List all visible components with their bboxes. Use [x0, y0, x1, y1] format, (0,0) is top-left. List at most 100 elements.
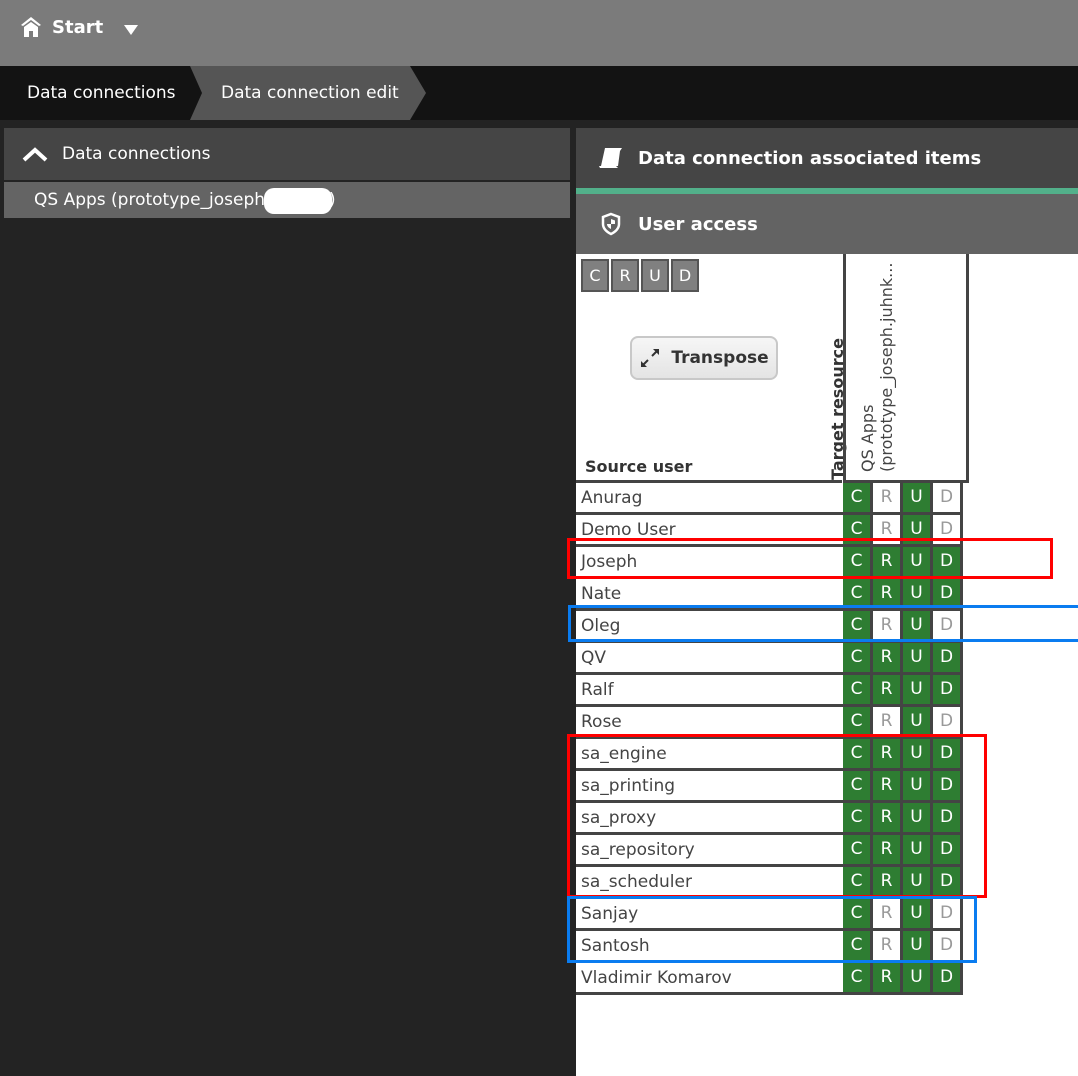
permission-cell-u[interactable]: U	[903, 547, 933, 579]
permission-cell-r[interactable]: R	[873, 771, 903, 803]
permission-cell-c[interactable]: C	[843, 579, 873, 611]
permission-cell-d[interactable]: D	[933, 515, 963, 547]
source-user-name[interactable]: Ralf	[576, 675, 848, 707]
permission-cell-u[interactable]: U	[903, 931, 933, 963]
table-row: Anurag C R U D	[576, 483, 966, 515]
data-connections-header[interactable]: Data connections	[4, 128, 570, 180]
permission-cell-r[interactable]: R	[873, 707, 903, 739]
permission-cell-u[interactable]: U	[903, 835, 933, 867]
permission-cell-c[interactable]: C	[843, 963, 873, 995]
permission-cell-r[interactable]: R	[873, 611, 903, 643]
source-user-name[interactable]: sa_repository	[576, 835, 848, 867]
legend-create: C	[581, 259, 609, 292]
permission-cell-r[interactable]: R	[873, 963, 903, 995]
table-row: sa_scheduler C R U D	[576, 867, 966, 899]
permission-cell-u[interactable]: U	[903, 707, 933, 739]
permission-cell-d[interactable]: D	[933, 931, 963, 963]
permission-cell-d[interactable]: D	[933, 771, 963, 803]
permission-cell-r[interactable]: R	[873, 643, 903, 675]
permission-cell-d[interactable]: D	[933, 803, 963, 835]
associated-items-header[interactable]: Data connection associated items	[576, 128, 1078, 188]
column-header[interactable]: QS Apps (prototype_joseph.juhnk...	[843, 254, 969, 483]
source-user-name[interactable]: Joseph	[576, 547, 848, 579]
source-user-name[interactable]: Anurag	[576, 483, 848, 515]
source-user-name[interactable]: Demo User	[576, 515, 848, 547]
permission-cell-c[interactable]: C	[843, 739, 873, 771]
permission-cell-u[interactable]: U	[903, 579, 933, 611]
permission-cell-u[interactable]: U	[903, 899, 933, 931]
permission-cell-c[interactable]: C	[843, 643, 873, 675]
expand-icon	[641, 349, 660, 367]
permission-cell-d[interactable]: D	[933, 483, 963, 515]
permission-cell-c[interactable]: C	[843, 867, 873, 899]
breadcrumb-data-connections[interactable]: Data connections	[27, 66, 176, 120]
permission-cell-c[interactable]: C	[843, 803, 873, 835]
permission-cell-r[interactable]: R	[873, 803, 903, 835]
source-user-name[interactable]: sa_engine	[576, 739, 848, 771]
permission-cell-c[interactable]: C	[843, 899, 873, 931]
permission-cell-r[interactable]: R	[873, 931, 903, 963]
home-icon	[21, 17, 41, 37]
source-user-name[interactable]: Rose	[576, 707, 848, 739]
redaction-mark	[264, 188, 332, 214]
user-access-header[interactable]: User access	[576, 194, 1078, 254]
permission-cell-c[interactable]: C	[843, 771, 873, 803]
permission-cell-c[interactable]: C	[843, 547, 873, 579]
permission-cell-r[interactable]: R	[873, 675, 903, 707]
start-button[interactable]: Start	[20, 16, 103, 38]
permission-cell-c[interactable]: C	[843, 835, 873, 867]
permission-cell-r[interactable]: R	[873, 899, 903, 931]
transpose-button[interactable]: Transpose	[630, 336, 778, 380]
permission-cell-u[interactable]: U	[903, 739, 933, 771]
permission-cell-u[interactable]: U	[903, 771, 933, 803]
permission-cell-r[interactable]: R	[873, 483, 903, 515]
data-connection-item[interactable]: QS Apps (prototype_joseph)	[4, 182, 570, 218]
permission-cell-r[interactable]: R	[873, 547, 903, 579]
breadcrumb-data-connection-edit[interactable]: Data connection edit	[221, 66, 399, 120]
transpose-label: Transpose	[671, 348, 769, 368]
legend-update: U	[641, 259, 669, 292]
permission-cell-d[interactable]: D	[933, 547, 963, 579]
permission-cell-d[interactable]: D	[933, 579, 963, 611]
permission-cell-c[interactable]: C	[843, 931, 873, 963]
permission-cell-r[interactable]: R	[873, 579, 903, 611]
source-user-name[interactable]: sa_scheduler	[576, 867, 848, 899]
permission-cell-u[interactable]: U	[903, 963, 933, 995]
permission-cell-u[interactable]: U	[903, 643, 933, 675]
permission-cell-d[interactable]: D	[933, 835, 963, 867]
source-user-name[interactable]: QV	[576, 643, 848, 675]
source-user-name[interactable]: sa_printing	[576, 771, 848, 803]
permission-cell-r[interactable]: R	[873, 835, 903, 867]
source-user-name[interactable]: Oleg	[576, 611, 848, 643]
source-user-name[interactable]: sa_proxy	[576, 803, 848, 835]
permission-cell-c[interactable]: C	[843, 675, 873, 707]
permission-cell-c[interactable]: C	[843, 515, 873, 547]
permission-cell-d[interactable]: D	[933, 707, 963, 739]
permission-cell-u[interactable]: U	[903, 867, 933, 899]
permission-cell-d[interactable]: D	[933, 739, 963, 771]
crud-legend: C R U D	[581, 259, 701, 292]
permission-cell-d[interactable]: D	[933, 899, 963, 931]
permission-cell-d[interactable]: D	[933, 963, 963, 995]
permission-cell-c[interactable]: C	[843, 483, 873, 515]
permission-cell-c[interactable]: C	[843, 707, 873, 739]
permission-cell-u[interactable]: U	[903, 675, 933, 707]
permission-cell-d[interactable]: D	[933, 643, 963, 675]
permission-cell-d[interactable]: D	[933, 675, 963, 707]
permission-cell-c[interactable]: C	[843, 611, 873, 643]
source-user-name[interactable]: Vladimir Komarov	[576, 963, 848, 995]
source-user-name[interactable]: Sanjay	[576, 899, 848, 931]
table-row: Nate C R U D	[576, 579, 966, 611]
permission-cell-u[interactable]: U	[903, 483, 933, 515]
permission-cell-r[interactable]: R	[873, 739, 903, 771]
permission-cell-u[interactable]: U	[903, 611, 933, 643]
permission-cell-r[interactable]: R	[873, 867, 903, 899]
permission-cell-u[interactable]: U	[903, 803, 933, 835]
permission-cell-d[interactable]: D	[933, 611, 963, 643]
source-user-name[interactable]: Nate	[576, 579, 848, 611]
permission-cell-r[interactable]: R	[873, 515, 903, 547]
caret-down-icon[interactable]	[123, 24, 139, 36]
permission-cell-u[interactable]: U	[903, 515, 933, 547]
source-user-name[interactable]: Santosh	[576, 931, 848, 963]
permission-cell-d[interactable]: D	[933, 867, 963, 899]
